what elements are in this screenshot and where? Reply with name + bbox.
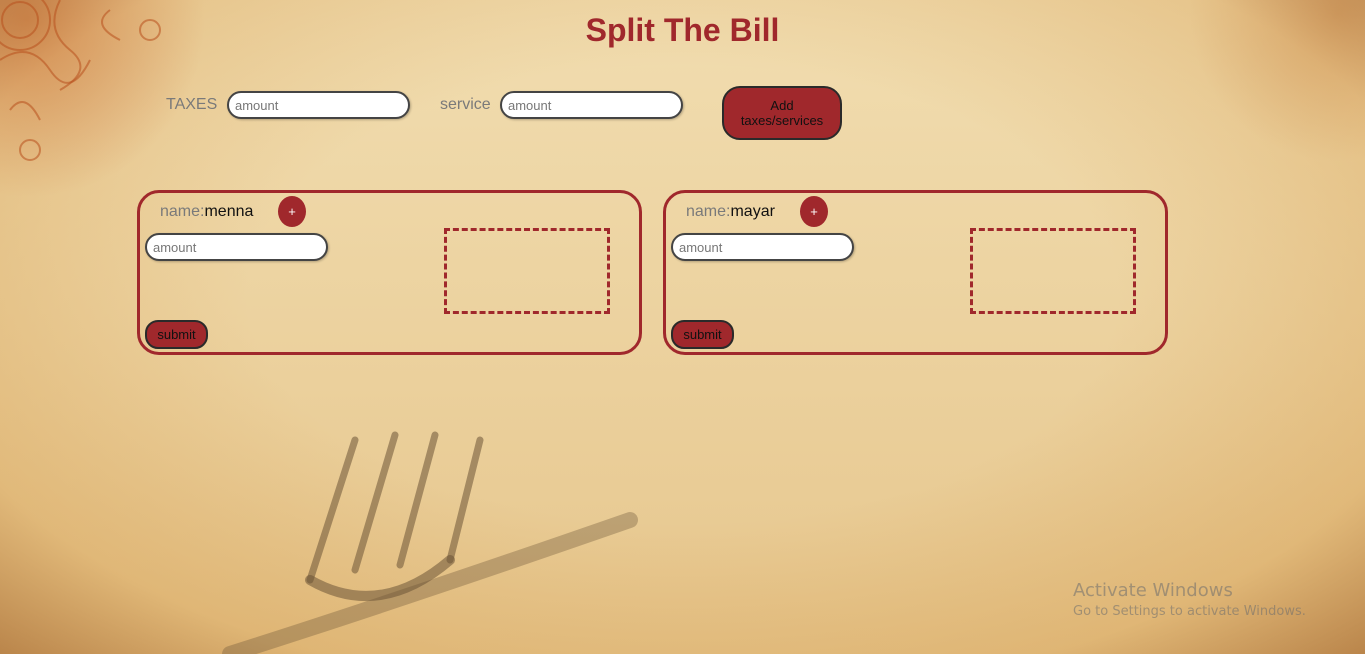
person-name: name:menna <box>160 203 253 221</box>
items-list-box <box>970 228 1136 314</box>
items-list-box <box>444 228 610 314</box>
name-prefix-label: name: <box>686 203 731 220</box>
submit-button[interactable]: submit <box>145 320 208 349</box>
windows-activation-watermark: Activate Windows Go to Settings to activ… <box>1073 580 1306 622</box>
submit-button[interactable]: submit <box>671 320 734 349</box>
person-card: name:menna + submit <box>137 190 642 355</box>
add-item-button[interactable]: + <box>278 196 306 227</box>
watermark-subtitle: Go to Settings to activate Windows. <box>1073 604 1306 619</box>
name-value: menna <box>204 203 254 220</box>
name-prefix-label: name: <box>160 203 205 220</box>
fork-background-image <box>222 431 638 654</box>
add-item-button[interactable]: + <box>800 196 828 227</box>
person-amount-input[interactable] <box>145 233 328 261</box>
person-card: name:mayar + submit <box>663 190 1168 355</box>
service-amount-input[interactable] <box>500 91 683 119</box>
watermark-title: Activate Windows <box>1073 580 1233 601</box>
service-label: service <box>440 96 491 113</box>
person-name: name:mayar <box>686 203 775 221</box>
taxes-amount-input[interactable] <box>227 91 410 119</box>
person-amount-input[interactable] <box>671 233 854 261</box>
name-value: mayar <box>730 203 775 220</box>
add-taxes-services-button[interactable]: Add taxes/services <box>722 86 842 140</box>
page-title: Split The Bill <box>585 12 780 48</box>
taxes-label: TAXES <box>166 96 218 113</box>
